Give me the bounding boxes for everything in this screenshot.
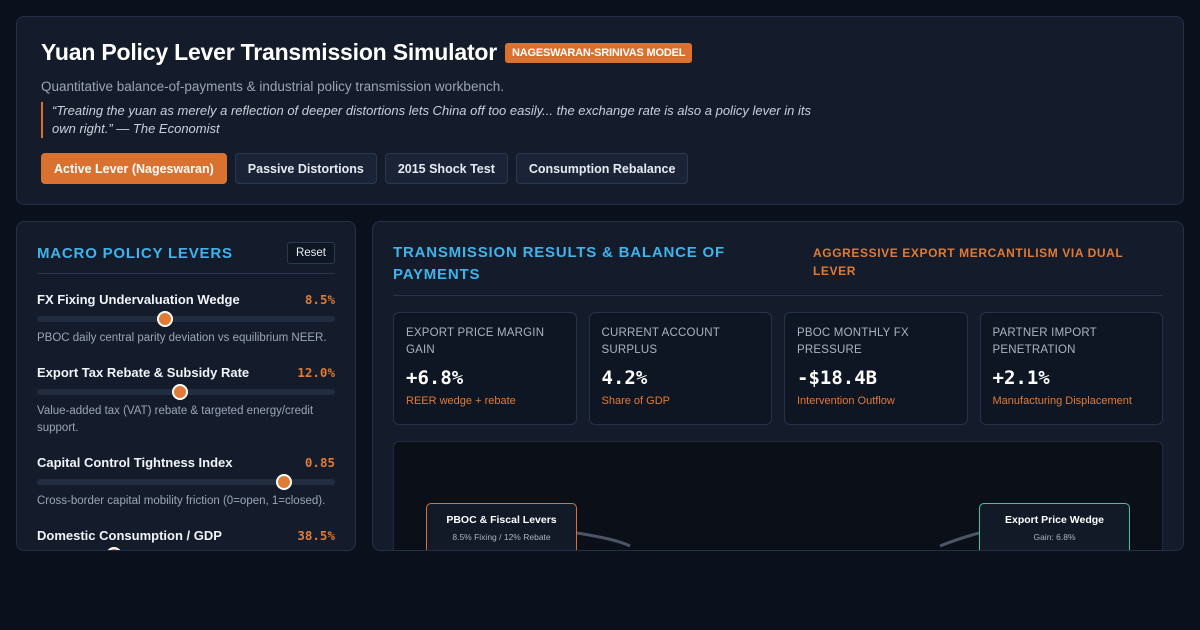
node-subtitle: Gain: 6.8% xyxy=(1033,532,1076,542)
metric-value: +6.8% xyxy=(406,367,464,389)
tab-active-lever[interactable]: Active Lever (Nageswaran) xyxy=(41,153,227,184)
lever-label: Domestic Consumption / GDP xyxy=(37,528,222,543)
metric-subtext: Intervention Outflow xyxy=(797,395,895,407)
lever-export-rebate: Export Tax Rebate & Subsidy Rate 12.0% V… xyxy=(37,365,335,437)
results-panel-header: TRANSMISSION RESULTS & BALANCE OF PAYMEN… xyxy=(393,242,1163,296)
levers-panel: MACRO POLICY LEVERS Reset FX Fixing Unde… xyxy=(16,221,356,551)
node-subtitle: 8.5% Fixing / 12% Rebate xyxy=(452,532,551,542)
scenario-tabs: Active Lever (Nageswaran) Passive Distor… xyxy=(41,153,1159,184)
slider-track[interactable] xyxy=(37,311,335,327)
metric-value: -$18.4B xyxy=(797,367,878,389)
slider-track[interactable] xyxy=(37,474,335,490)
strategy-label: AGGRESSIVE EXPORT MERCANTILISM VIA DUAL … xyxy=(813,246,1124,278)
node-title: PBOC & Fiscal Levers xyxy=(446,514,557,526)
lever-label: Capital Control Tightness Index xyxy=(37,455,233,470)
metric-label: CURRENT ACCOUNT SURPLUS xyxy=(601,327,720,356)
lever-domestic-consumption: Domestic Consumption / GDP 38.5% xyxy=(37,528,335,550)
lever-description: PBOC daily central parity deviation vs e… xyxy=(37,332,327,344)
reset-button[interactable]: Reset xyxy=(286,242,335,264)
lever-value: 0.85 xyxy=(304,455,335,470)
lever-capital-control: Capital Control Tightness Index 0.85 Cro… xyxy=(37,455,335,510)
levers-panel-header: MACRO POLICY LEVERS Reset xyxy=(37,242,335,274)
metric-subtext: REER wedge + rebate xyxy=(406,395,516,407)
lever-label: FX Fixing Undervaluation Wedge xyxy=(37,292,240,307)
metric-value: +2.1% xyxy=(992,367,1050,389)
results-panel-title: TRANSMISSION RESULTS & BALANCE OF PAYMEN… xyxy=(393,244,725,283)
transmission-flow-diagram: PBOC & Fiscal Levers 8.5% Fixing / 12% R… xyxy=(393,441,1163,550)
metric-cards: EXPORT PRICE MARGIN GAIN +6.8% REER wedg… xyxy=(393,312,1163,425)
lever-value: 12.0% xyxy=(297,365,335,380)
header-card: Yuan Policy Lever Transmission Simulator… xyxy=(16,16,1184,205)
results-panel: TRANSMISSION RESULTS & BALANCE OF PAYMEN… xyxy=(372,221,1184,551)
slider-track[interactable] xyxy=(37,384,335,400)
slider-thumb[interactable] xyxy=(172,384,189,400)
lever-description: Value-added tax (VAT) rebate & targeted … xyxy=(37,405,314,434)
metric-card-export-margin: EXPORT PRICE MARGIN GAIN +6.8% REER wedg… xyxy=(393,312,577,425)
metric-label: EXPORT PRICE MARGIN GAIN xyxy=(406,327,545,356)
slider-thumb[interactable] xyxy=(276,474,293,490)
lever-value: 8.5% xyxy=(304,292,335,307)
slider-thumb[interactable] xyxy=(106,547,123,550)
levers-panel-title: MACRO POLICY LEVERS xyxy=(37,244,233,262)
app-title: Yuan Policy Lever Transmission Simulator xyxy=(41,39,497,65)
flow-node-export-wedge[interactable]: Export Price Wedge Gain: 6.8% xyxy=(979,503,1130,550)
metric-card-fx-pressure: PBOC MONTHLY FX PRESSURE -$18.4B Interve… xyxy=(784,312,968,425)
tab-passive-distortions[interactable]: Passive Distortions xyxy=(234,153,377,184)
lever-value: 38.5% xyxy=(297,528,335,543)
metric-label: PBOC MONTHLY FX PRESSURE xyxy=(797,327,909,356)
slider-thumb[interactable] xyxy=(157,311,174,327)
economist-quote: “Treating the yuan as merely a reflectio… xyxy=(41,102,811,138)
metric-card-import-penetration: PARTNER IMPORT PENETRATION +2.1% Manufac… xyxy=(979,312,1163,425)
tab-consumption-rebalance[interactable]: Consumption Rebalance xyxy=(515,153,689,184)
lever-fx-fixing: FX Fixing Undervaluation Wedge 8.5% PBOC… xyxy=(37,292,335,347)
model-badge: NAGESWARAN-SRINIVAS MODEL xyxy=(505,42,693,63)
metric-label: PARTNER IMPORT PENETRATION xyxy=(992,327,1097,356)
lever-label: Export Tax Rebate & Subsidy Rate xyxy=(37,365,250,380)
metric-subtext: Share of GDP xyxy=(601,395,670,407)
metric-value: 4.2% xyxy=(601,367,648,389)
metric-subtext: Manufacturing Displacement xyxy=(992,395,1132,407)
lever-description: Cross-border capital mobility friction (… xyxy=(37,495,326,507)
title-row: Yuan Policy Lever Transmission Simulator… xyxy=(41,39,1159,66)
tab-2015-shock-test[interactable]: 2015 Shock Test xyxy=(384,153,508,184)
subtitle: Quantitative balance-of-payments & indus… xyxy=(41,79,504,94)
flow-node-pboc-levers[interactable]: PBOC & Fiscal Levers 8.5% Fixing / 12% R… xyxy=(426,503,577,550)
node-title: Export Price Wedge xyxy=(1004,514,1104,526)
metric-card-current-account: CURRENT ACCOUNT SURPLUS 4.2% Share of GD… xyxy=(588,312,772,425)
